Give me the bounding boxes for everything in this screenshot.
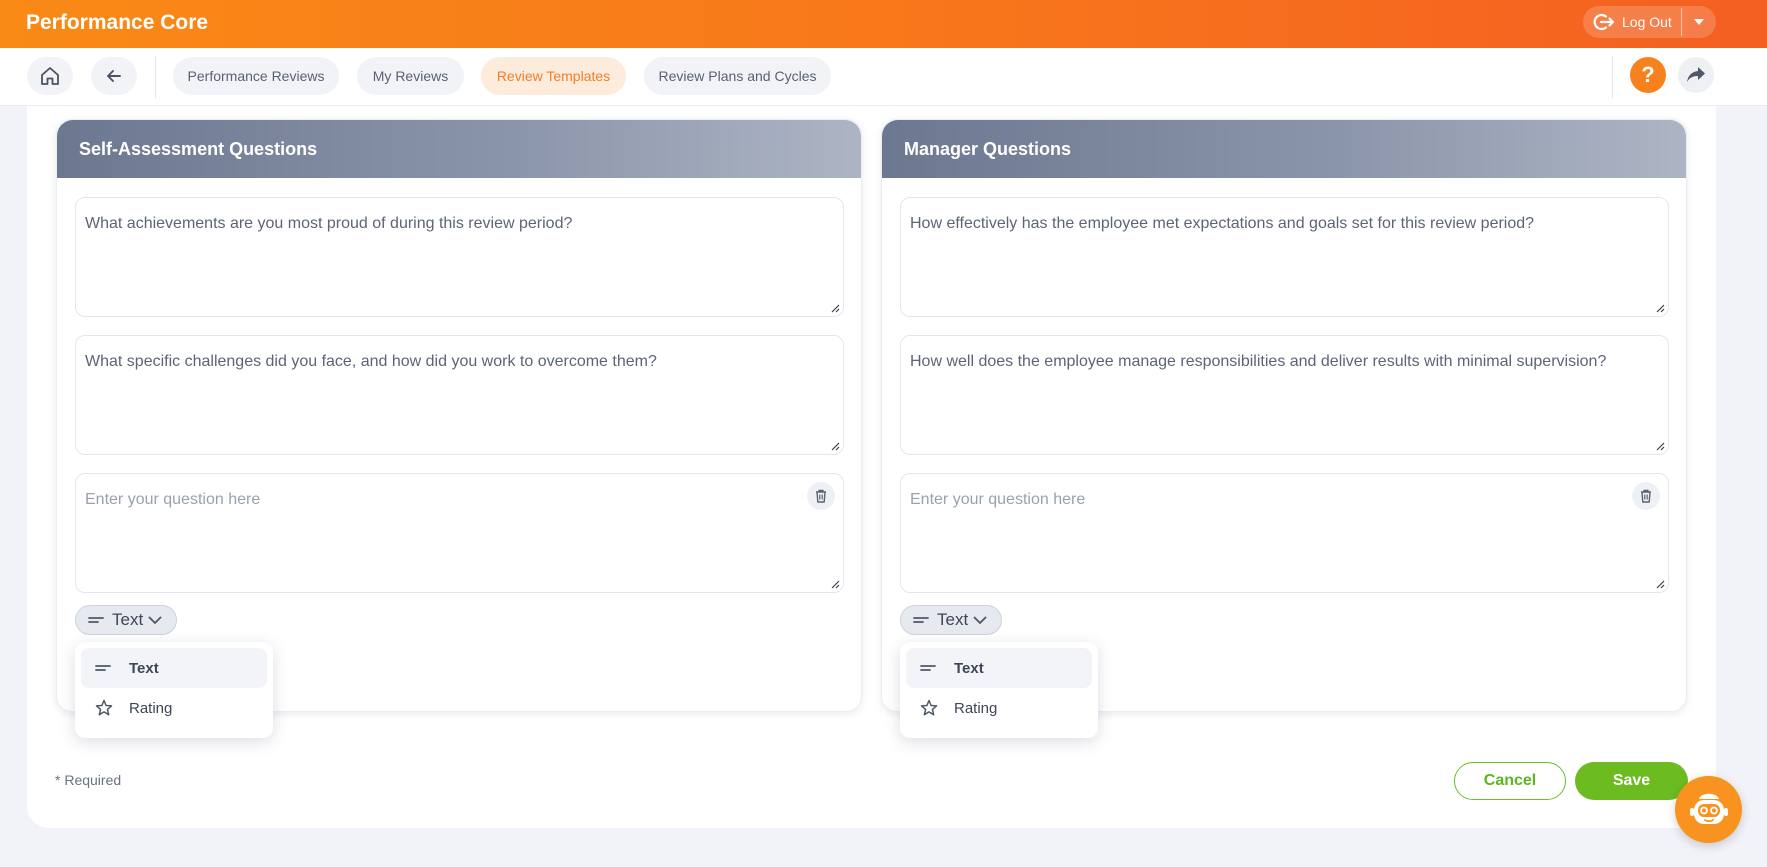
home-button[interactable] [27,57,73,95]
text-lines-icon [913,617,929,623]
question-field[interactable]: What achievements are you most proud of … [75,197,844,317]
arrow-left-icon [107,70,121,82]
question-field[interactable]: How effectively has the employee met exp… [900,197,1669,317]
card-title: Manager Questions [882,120,1686,178]
account-menu-toggle[interactable] [1682,6,1716,38]
resize-handle-icon[interactable] [830,441,840,451]
logout-icon [1593,13,1615,31]
menu-item-text[interactable]: Text [81,648,267,688]
required-note: * Required [55,772,122,788]
chevron-down-icon [973,616,987,624]
robot-icon [1689,793,1728,824]
question-field[interactable]: How well does the employee manage respon… [900,335,1669,455]
text-lines-icon [920,663,938,673]
tab-my-reviews[interactable]: My Reviews [357,57,464,95]
question-type-value: Text [937,610,969,629]
help-button[interactable]: ? [1630,57,1666,93]
question-text: What achievements are you most proud of … [85,215,573,232]
card-title: Self-Assessment Questions [57,120,861,178]
tab-review-templates[interactable]: Review Templates [481,57,626,95]
menu-item-rating[interactable]: Rating [906,688,1092,728]
tab-review-plans-and-cycles[interactable]: Review Plans and Cycles [644,57,831,95]
star-icon [95,699,113,717]
save-button[interactable]: Save [1575,762,1688,800]
trash-icon [816,489,826,503]
new-question-field[interactable]: Enter your question here [900,473,1669,593]
menu-item-label: Rating [954,699,998,717]
share-button[interactable] [1678,57,1714,93]
question-type-menu: Text Rating [900,642,1098,738]
menu-item-label: Rating [129,699,173,717]
top-bar: Performance Core Log Out [0,0,1767,48]
share-icon [1687,67,1705,82]
back-button[interactable] [91,57,137,95]
resize-handle-icon[interactable] [1655,579,1665,589]
question-type-value: Text [112,610,144,629]
text-lines-icon [95,663,113,673]
question-type-menu: Text Rating [75,642,273,738]
trash-icon [1641,489,1651,503]
question-type-select[interactable]: Text [75,605,177,635]
logout-group: Log Out [1583,6,1716,38]
menu-item-label: Text [129,659,159,677]
question-text: How effectively has the employee met exp… [910,215,1535,232]
menu-item-text[interactable]: Text [906,648,1092,688]
question-text: How well does the employee manage respon… [910,353,1607,370]
resize-handle-icon[interactable] [830,303,840,313]
text-lines-icon [88,617,104,623]
nav-divider-right [1612,56,1613,98]
question-type-select[interactable]: Text [900,605,1002,635]
delete-question-button[interactable] [1632,482,1660,510]
logout-button[interactable]: Log Out [1583,6,1681,38]
manager-questions-card: Manager Questions How effectively has th… [881,119,1687,738]
logout-label: Log Out [1622,14,1672,30]
delete-question-button[interactable] [807,482,835,510]
assistant-bot-button[interactable] [1675,776,1742,843]
caret-down-icon [1693,19,1704,25]
resize-handle-icon[interactable] [830,579,840,589]
menu-item-label: Text [954,659,984,677]
home-icon [41,67,59,85]
nav-bar: Performance Reviews My Reviews Review Te… [0,48,1767,106]
question-field[interactable]: What specific challenges did you face, a… [75,335,844,455]
question-placeholder: Enter your question here [910,491,1086,508]
resize-handle-icon[interactable] [1655,303,1665,313]
question-placeholder: Enter your question here [85,491,261,508]
nav-divider [155,56,156,98]
menu-item-rating[interactable]: Rating [81,688,267,728]
resize-handle-icon[interactable] [1655,441,1665,451]
cancel-button[interactable]: Cancel [1454,762,1566,800]
new-question-field[interactable]: Enter your question here [75,473,844,593]
chevron-down-icon [148,616,162,624]
app-title: Performance Core [26,11,209,34]
self-assessment-card: Self-Assessment Questions What achieveme… [56,119,862,738]
tab-performance-reviews[interactable]: Performance Reviews [173,57,339,95]
star-icon [920,699,938,717]
question-text: What specific challenges did you face, a… [85,353,657,370]
